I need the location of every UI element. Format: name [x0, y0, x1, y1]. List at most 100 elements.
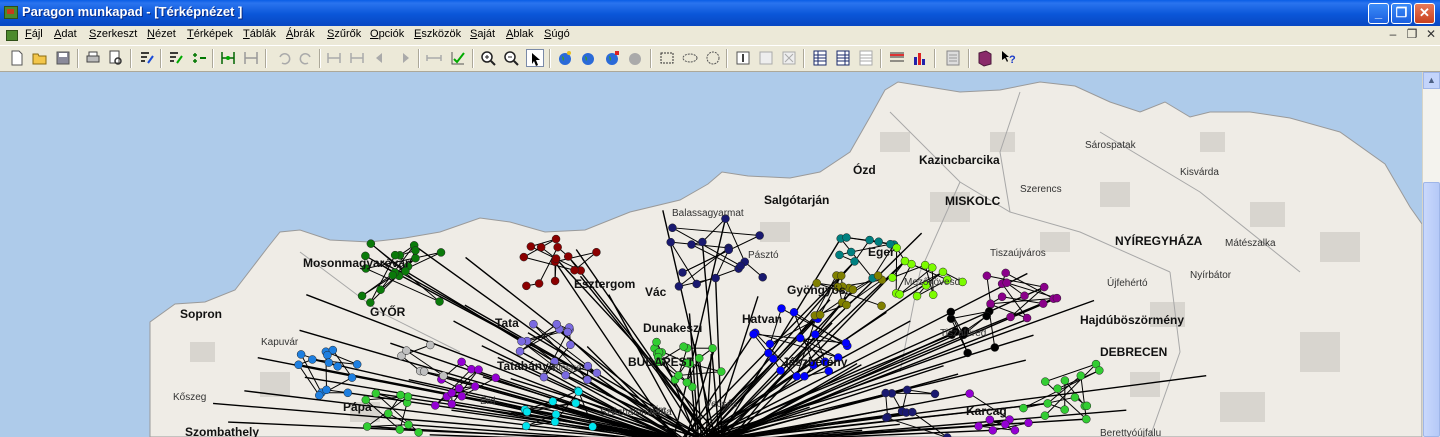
route-stop[interactable] [431, 401, 440, 410]
new-file-icon[interactable] [8, 49, 26, 67]
route-stop[interactable] [588, 422, 597, 431]
globe-icon[interactable] [556, 49, 574, 67]
route-stop[interactable] [474, 365, 483, 374]
circle-select-icon[interactable] [704, 49, 722, 67]
route-stop[interactable] [1060, 376, 1070, 385]
route-stop[interactable] [550, 417, 560, 427]
route-stop[interactable] [938, 267, 948, 277]
route-stop[interactable] [376, 285, 385, 294]
route-stop[interactable] [574, 387, 583, 396]
route-stop[interactable] [536, 243, 546, 252]
bar-chart-icon[interactable] [911, 49, 929, 67]
scroll-up-button[interactable]: ▲ [1423, 72, 1440, 89]
route-stop[interactable] [583, 361, 593, 371]
route-stop[interactable] [352, 360, 362, 369]
route-stop[interactable] [765, 339, 775, 349]
route-stop[interactable] [552, 319, 561, 329]
route-stop[interactable] [366, 239, 376, 248]
help-pointer-icon[interactable]: ? [999, 49, 1017, 67]
stretch-icon[interactable] [425, 49, 443, 67]
route-stop[interactable] [1060, 405, 1069, 414]
route-stop[interactable] [974, 421, 983, 431]
route-stop[interactable] [692, 279, 701, 289]
map-view[interactable]: Kazincbarcika Ózd MISKOLC Salgótarján Ba… [0, 72, 1422, 437]
menu-data[interactable]: Adat [54, 28, 77, 40]
edit-route-icon[interactable] [167, 49, 185, 67]
route-stop[interactable] [343, 388, 353, 398]
route-stop[interactable] [1038, 299, 1048, 308]
route-stop[interactable] [1039, 282, 1049, 292]
ellipse-select-icon[interactable] [681, 49, 699, 67]
add-stop-icon[interactable] [190, 49, 208, 67]
route-stop[interactable] [296, 350, 306, 359]
select-box-icon[interactable] [757, 49, 775, 67]
route-stop[interactable] [467, 364, 476, 374]
route-stop[interactable] [694, 353, 704, 363]
route-stop[interactable] [842, 233, 851, 242]
route-stop[interactable] [789, 308, 799, 317]
route-stop[interactable] [396, 390, 405, 400]
route-stop[interactable] [930, 389, 940, 399]
route-stop[interactable] [454, 384, 464, 393]
menu-file[interactable]: Fájl [25, 28, 43, 40]
route-stop[interactable] [1019, 403, 1028, 413]
route-stop[interactable] [1070, 393, 1080, 402]
menu-tools[interactable]: Eszközök [414, 28, 461, 40]
window-title-bar[interactable]: Paragon munkapad - [Térképnézet ] _ ❐ ✕ [0, 0, 1440, 26]
route-stop[interactable] [682, 378, 692, 387]
rect-select-icon[interactable] [658, 49, 676, 67]
route-stop[interactable] [470, 382, 480, 391]
route-stop[interactable] [679, 342, 688, 351]
route-stop[interactable] [457, 391, 467, 401]
route-stop[interactable] [1022, 313, 1032, 323]
menu-filters[interactable]: Szűrők [327, 28, 361, 40]
vertical-scrollbar[interactable]: ▲ [1422, 72, 1440, 437]
route-stop[interactable] [566, 340, 575, 350]
route-stop[interactable] [403, 392, 413, 401]
route-stop[interactable] [1010, 425, 1020, 435]
restore-button[interactable]: ❐ [1391, 3, 1412, 24]
route-segment-icon[interactable] [242, 49, 260, 67]
mdi-minimize-button[interactable]: – [1386, 27, 1400, 41]
route-stop[interactable] [881, 388, 890, 398]
route-stop[interactable] [965, 389, 974, 398]
route-stop[interactable] [850, 257, 859, 266]
route-stop[interactable] [900, 256, 910, 266]
route-stop[interactable] [388, 270, 397, 280]
route-stop[interactable] [758, 272, 767, 282]
menu-charts[interactable]: Ábrák [286, 28, 315, 40]
route-stop[interactable] [708, 344, 717, 353]
route-stop[interactable] [982, 311, 991, 321]
route-stop[interactable] [986, 299, 995, 308]
route-stop[interactable] [795, 333, 805, 343]
route-stop[interactable] [435, 297, 444, 306]
insert-stop-icon[interactable] [219, 49, 237, 67]
menu-view[interactable]: Nézet [147, 28, 176, 40]
route-stop[interactable] [550, 276, 560, 286]
route-stop[interactable] [652, 337, 661, 347]
route-stop[interactable] [1053, 384, 1062, 393]
arrow-left-icon[interactable] [372, 49, 390, 67]
route-stop[interactable] [333, 362, 342, 371]
route-stop[interactable] [920, 260, 930, 270]
route-stop[interactable] [678, 268, 687, 277]
arrow-right-icon[interactable] [395, 49, 413, 67]
route-stop[interactable] [457, 357, 466, 367]
route-stop[interactable] [749, 329, 758, 339]
route-stop[interactable] [902, 385, 912, 395]
route-stop[interactable] [570, 265, 579, 275]
route-stop[interactable] [1040, 411, 1050, 420]
route-stop[interactable] [895, 290, 904, 299]
route-stop[interactable] [982, 271, 992, 281]
route-stop[interactable] [1002, 278, 1011, 288]
route-stop[interactable] [447, 388, 457, 398]
list-grid-icon[interactable] [888, 49, 906, 67]
menu-custom[interactable]: Saját [470, 28, 495, 40]
route-stop[interactable] [997, 292, 1007, 302]
print-icon[interactable] [84, 49, 102, 67]
route-stop[interactable] [521, 421, 531, 431]
table-detail-icon[interactable] [834, 49, 852, 67]
route-stop[interactable] [384, 409, 393, 418]
route-stop[interactable] [322, 385, 331, 395]
route-stop[interactable] [592, 247, 601, 257]
